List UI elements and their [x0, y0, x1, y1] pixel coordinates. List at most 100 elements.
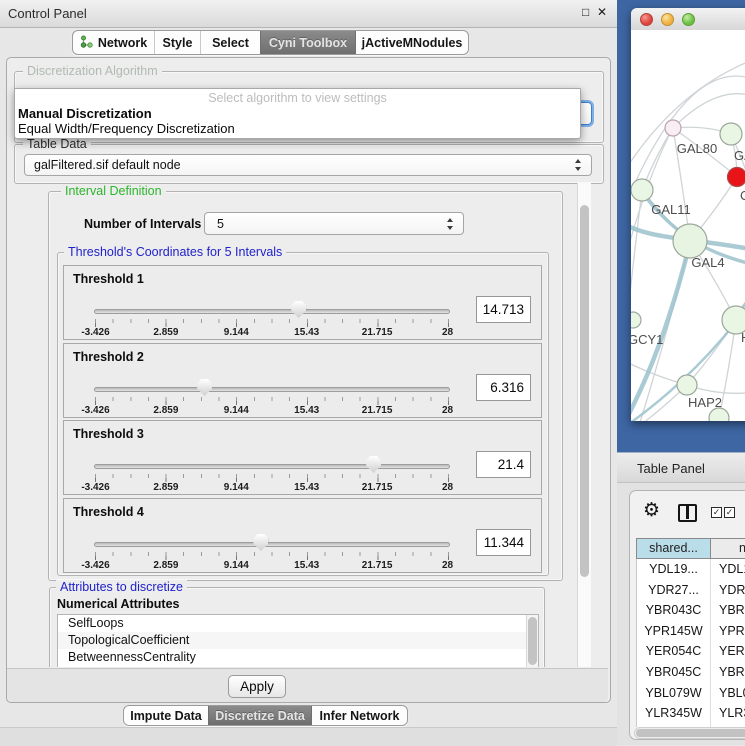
table-row[interactable]: YBR045CYBR045C	[637, 662, 745, 683]
threshold-value-field[interactable]: 14.713	[476, 296, 531, 323]
table-cell-shared-name[interactable]: YBR043C	[637, 600, 711, 621]
table-panel-title: Table Panel	[637, 461, 705, 476]
network-node[interactable]	[677, 375, 697, 395]
split-panel-icon[interactable]	[678, 504, 697, 522]
threshold-slider-track[interactable]	[94, 464, 450, 469]
close-traffic-light-icon[interactable]	[640, 13, 653, 26]
tab-jactivemnodules[interactable]: jActiveMNodules	[355, 31, 468, 54]
number-of-intervals-label: Number of Intervals	[84, 217, 201, 231]
slider-scale-label: 21.715	[347, 482, 407, 493]
network-node[interactable]	[631, 312, 641, 328]
interval-definition-title: Interval Definition	[61, 184, 166, 199]
thresholds-group-title: Threshold's Coordinates for 5 Intervals	[64, 245, 286, 260]
table-cell-shared-name[interactable]: YBL079W	[637, 683, 711, 704]
panel-scrollbar-thumb[interactable]	[580, 205, 589, 577]
slider-scale-label: 21.715	[347, 405, 407, 416]
table-cell-shared-name[interactable]: YPR145W	[637, 621, 711, 642]
table-cell-shared-name[interactable]: YLR345W	[637, 703, 711, 724]
attribute-list-item[interactable]: BetweennessCentrality	[58, 649, 538, 666]
number-of-intervals-value: 5	[217, 217, 224, 231]
attribute-list-item[interactable]: SelfLoops	[58, 615, 538, 632]
numerical-attributes-list: SelfLoopsTopologicalCoefficientBetweenne…	[57, 614, 539, 667]
network-node[interactable]	[673, 224, 707, 258]
threshold-slider-track[interactable]	[94, 309, 450, 314]
tab-impute-data[interactable]: Impute Data	[124, 706, 208, 725]
table-data-combobox[interactable]: galFiltered.sif default node	[24, 154, 592, 176]
threshold-slider-thumb[interactable]	[291, 301, 306, 318]
slider-scale-label: -3.426	[66, 327, 126, 338]
slider-scale: -3.4262.8599.14415.4321.71528	[64, 560, 541, 571]
slider-scale-label: 15.43	[277, 482, 337, 493]
network-node[interactable]	[720, 123, 742, 145]
slider-scale-label: 9.144	[206, 327, 266, 338]
table-row[interactable]: YER054CYER054C	[637, 641, 745, 662]
bottom-tab-bar: Impute Data Discretize Data Infer Networ…	[123, 705, 408, 726]
checkbox-icon[interactable]: ✓	[724, 507, 735, 518]
attributes-list-scrollbar[interactable]	[526, 615, 538, 667]
panel-scrollbar[interactable]	[577, 183, 591, 667]
table-cell-name[interactable]: YBL079W	[711, 683, 745, 704]
table-cell-name[interactable]: YDR27...	[711, 580, 745, 601]
tab-select[interactable]: Select	[200, 31, 260, 54]
table-row[interactable]: YBL079WYBL079W	[637, 683, 745, 704]
network-node[interactable]	[665, 120, 681, 136]
minimize-traffic-light-icon[interactable]	[661, 13, 674, 26]
table-cell-shared-name[interactable]: YDR27...	[637, 580, 711, 601]
control-panel-titlebar: Control Panel □ ✕	[0, 0, 617, 28]
tab-impute-data-label: Impute Data	[130, 709, 202, 723]
tab-cyni-toolbox[interactable]: Cyni Toolbox	[260, 31, 355, 54]
threshold-value-field[interactable]: 11.344	[476, 529, 531, 556]
column-header-shared-name[interactable]: shared...	[637, 539, 711, 558]
network-canvas[interactable]: GAL80 GA GAL11 C GAL4 GCY1 H HAP2	[631, 30, 745, 421]
table-cell-shared-name[interactable]: YDL19...	[637, 559, 711, 580]
tab-style[interactable]: Style	[154, 31, 200, 54]
gear-icon[interactable]: ⚙	[643, 501, 660, 520]
node-label: H	[741, 330, 745, 345]
threshold-slider-thumb[interactable]	[253, 534, 268, 551]
control-panel-window: Control Panel □ ✕ Network Style Select C	[0, 0, 617, 745]
table-row[interactable]: YDR27...YDR27...	[637, 580, 745, 601]
table-cell-name[interactable]: YER054C	[711, 641, 745, 662]
column-header-name[interactable]: name	[711, 539, 745, 558]
network-node[interactable]	[631, 179, 653, 201]
dropdown-item-manual-discretization[interactable]: Manual Discretization	[18, 106, 152, 121]
table-row[interactable]: YLR345WYLR345W	[637, 703, 745, 724]
threshold-slider-track[interactable]	[94, 387, 450, 392]
threshold-slider-track[interactable]	[94, 542, 450, 547]
table-row[interactable]: YPR145WYPR145W	[637, 621, 745, 642]
threshold-value-field[interactable]: 6.316	[476, 374, 531, 401]
threshold-4-panel: Threshold 4 -3.4262.8599.14415.4321.7152…	[63, 498, 542, 573]
dropdown-item-equal-width-frequency[interactable]: Equal Width/Frequency Discretization	[18, 121, 235, 136]
checkbox-icon[interactable]: ✓	[711, 507, 722, 518]
float-window-icon[interactable]: □	[582, 5, 589, 19]
close-window-icon[interactable]: ✕	[597, 5, 607, 19]
threshold-slider-thumb[interactable]	[366, 456, 381, 473]
table-horizontal-scrollbar-thumb[interactable]	[636, 729, 745, 737]
table-horizontal-scrollbar[interactable]	[634, 727, 745, 739]
algorithm-dropdown-popup: Select algorithm to view settings Manual…	[14, 88, 581, 139]
node-label: GA	[734, 148, 745, 163]
threshold-value-field[interactable]: 21.4	[476, 451, 531, 478]
table-cell-name[interactable]: YBR043C	[711, 600, 745, 621]
table-cell-shared-name[interactable]: YBR045C	[637, 662, 711, 683]
table-cell-name[interactable]: YDL19...	[711, 559, 745, 580]
attribute-list-item[interactable]: TopologicalCoefficient	[58, 632, 538, 649]
tab-network[interactable]: Network	[73, 31, 154, 54]
table-cell-name[interactable]: YPR145W	[711, 621, 745, 642]
attributes-group: Attributes to discretize Numerical Attri…	[49, 587, 545, 667]
table-cell-name[interactable]: YBR045C	[711, 662, 745, 683]
attributes-list-scrollbar-thumb[interactable]	[528, 617, 537, 665]
zoom-traffic-light-icon[interactable]	[682, 13, 695, 26]
tab-select-label: Select	[212, 36, 249, 50]
table-row[interactable]: YDL19...YDL19...	[637, 559, 745, 580]
node-label: GCY1	[631, 332, 663, 347]
network-node-selected[interactable]	[728, 168, 745, 187]
table-cell-shared-name[interactable]: YER054C	[637, 641, 711, 662]
tab-infer-network[interactable]: Infer Network	[311, 706, 407, 725]
tab-discretize-data[interactable]: Discretize Data	[208, 706, 311, 725]
threshold-slider-thumb[interactable]	[197, 379, 212, 396]
table-cell-name[interactable]: YLR345W	[711, 703, 745, 724]
table-row[interactable]: YBR043CYBR043C	[637, 600, 745, 621]
number-of-intervals-spinner[interactable]: 5	[204, 212, 464, 235]
apply-button[interactable]: Apply	[228, 675, 286, 698]
